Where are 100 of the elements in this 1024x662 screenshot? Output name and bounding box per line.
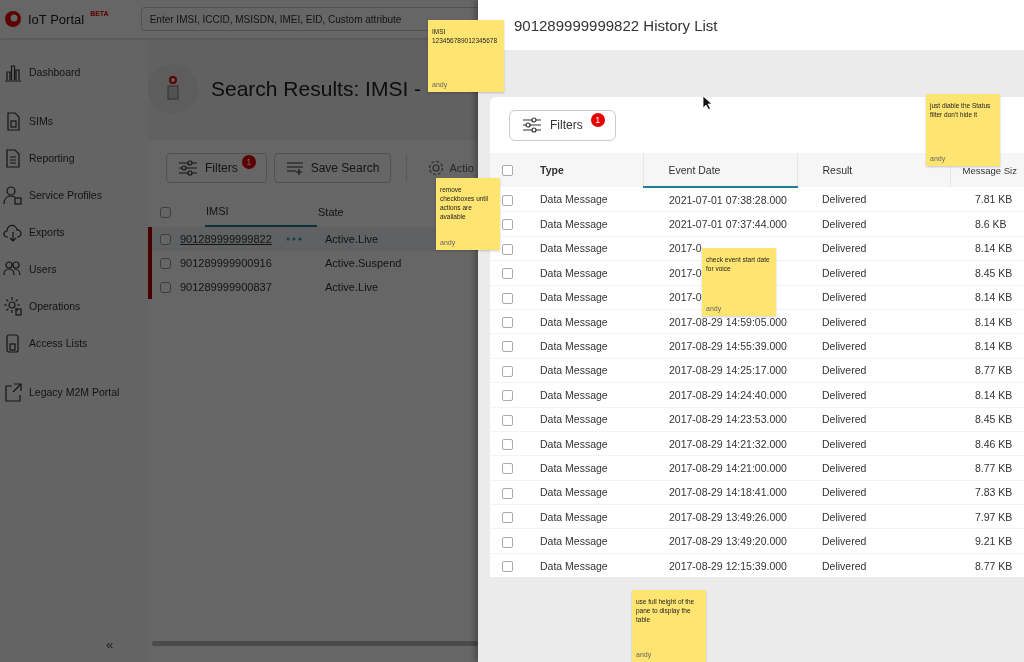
checkbox[interactable] bbox=[502, 536, 513, 548]
table-cell: Active.Suspend bbox=[325, 257, 402, 269]
logo-icon bbox=[4, 10, 22, 28]
sliders-icon bbox=[522, 117, 542, 133]
table-cell: 8.77 KB bbox=[950, 358, 1024, 383]
table-cell: Data Message bbox=[540, 187, 643, 212]
imsi-link[interactable]: 901289999900916 bbox=[180, 257, 272, 269]
checkbox[interactable] bbox=[502, 292, 513, 304]
count-badge: 1 bbox=[590, 112, 605, 127]
table-cell: 7.81 KB bbox=[950, 187, 1024, 212]
imsi-link[interactable]: 901289999900837 bbox=[180, 281, 272, 293]
table-cell: Delivered bbox=[797, 382, 950, 407]
table-cell: 7.83 KB bbox=[950, 480, 1024, 505]
table-cell: Delivered bbox=[797, 260, 950, 286]
checkbox[interactable] bbox=[502, 512, 513, 524]
table-cell: Data Message bbox=[540, 553, 643, 577]
sidebar-item[interactable]: SIMs bbox=[0, 102, 148, 139]
sidebar-item[interactable]: Operations bbox=[0, 287, 148, 324]
checkbox[interactable] bbox=[502, 341, 513, 353]
table-cell: Delivered bbox=[797, 236, 950, 261]
table-cell: Delivered bbox=[797, 407, 950, 432]
table-cell: 8.14 KB bbox=[950, 382, 1024, 407]
sidebar-item[interactable]: Dashboard bbox=[0, 53, 148, 90]
table-row[interactable]: 901289999900916 Active.Suspend bbox=[148, 251, 436, 275]
table-cell: Delivered bbox=[797, 187, 950, 212]
table-cell: 8.6 KB bbox=[950, 211, 1024, 237]
sidebar-item[interactable]: Users bbox=[0, 250, 148, 287]
column-header[interactable]: IMSI bbox=[206, 205, 229, 217]
checkbox[interactable] bbox=[502, 165, 513, 177]
table-cell: Active.Live bbox=[325, 281, 379, 293]
column-header[interactable]: Type bbox=[540, 164, 564, 176]
checkbox[interactable] bbox=[502, 365, 513, 377]
table-cell: 2017-08-29 14:25:17.000 bbox=[643, 358, 797, 383]
checkbox[interactable] bbox=[502, 243, 513, 255]
checkbox[interactable] bbox=[502, 414, 513, 426]
table-cell: 2017-08-29 14:18:41.000 bbox=[643, 480, 797, 505]
list-add-icon bbox=[285, 161, 304, 175]
table-row[interactable]: 901289999900837 Active.Live bbox=[148, 275, 436, 299]
table-cell: 8.77 KB bbox=[950, 553, 1024, 577]
checkbox[interactable] bbox=[502, 463, 513, 475]
table-cell: Data Message bbox=[540, 358, 643, 383]
sidebar-item[interactable]: Access Lists bbox=[0, 324, 148, 361]
table-cell: 8.45 KB bbox=[950, 407, 1024, 432]
table-cell: Delivered bbox=[797, 480, 950, 505]
table-cell: Data Message bbox=[540, 333, 643, 359]
column-header[interactable]: State bbox=[318, 205, 344, 218]
table-cell: 2017-08-29 12:15:39.000 bbox=[643, 553, 797, 577]
table-cell: Data Message bbox=[540, 260, 643, 286]
checkbox[interactable] bbox=[160, 206, 171, 218]
table-cell: 8.14 KB bbox=[950, 309, 1024, 334]
document-icon bbox=[3, 147, 23, 168]
column-header[interactable]: Event Date bbox=[668, 163, 721, 176]
checkbox[interactable] bbox=[502, 560, 513, 572]
checkbox[interactable] bbox=[502, 268, 513, 280]
gear-icon bbox=[428, 160, 445, 176]
table-cell: Delivered bbox=[797, 528, 950, 554]
sim-card-icon bbox=[166, 76, 180, 102]
table-cell: 8.77 KB bbox=[950, 455, 1024, 481]
table-cell: 9.21 KB bbox=[950, 528, 1024, 554]
table-cell: 2017-08-29 14:21:00.000 bbox=[643, 455, 797, 481]
save-search-button[interactable]: Save Search bbox=[273, 153, 392, 183]
scrollbar[interactable] bbox=[152, 641, 478, 646]
table-cell: Data Message bbox=[540, 431, 643, 456]
user-icon bbox=[3, 184, 23, 205]
filters-button[interactable]: Filters 1 bbox=[509, 109, 616, 141]
checkbox[interactable] bbox=[502, 317, 513, 328]
table-cell: Data Message bbox=[540, 528, 643, 554]
checkbox[interactable] bbox=[502, 390, 513, 402]
filters-button[interactable]: Filters 1 bbox=[166, 153, 267, 183]
column-header[interactable]: Result bbox=[822, 164, 853, 176]
table-cell: Delivered bbox=[797, 309, 950, 334]
table-row[interactable]: 901289999999822 Active.Live bbox=[148, 227, 436, 251]
table-cell: 8.14 KB bbox=[950, 236, 1024, 261]
table-cell: 8.14 KB bbox=[950, 285, 1024, 310]
checkbox[interactable] bbox=[160, 258, 171, 270]
checkbox[interactable] bbox=[160, 234, 171, 246]
sidebar-item[interactable]: Reporting bbox=[0, 139, 148, 176]
count-badge: 1 bbox=[241, 155, 256, 169]
gear-icon bbox=[3, 295, 23, 316]
more-icon bbox=[285, 237, 302, 241]
table-cell: Data Message bbox=[540, 211, 643, 237]
sidebar-item[interactable]: Service Profiles bbox=[0, 176, 148, 213]
table-cell: Delivered bbox=[797, 211, 950, 237]
sidebar-item[interactable]: Legacy M2M Portal bbox=[0, 373, 148, 410]
collapse-button[interactable]: « bbox=[106, 637, 114, 652]
table-cell: 2017-08-29 13:49:20.000 bbox=[643, 528, 797, 554]
imsi-link[interactable]: 901289999999822 bbox=[180, 233, 272, 245]
checkbox[interactable] bbox=[502, 194, 513, 206]
table-cell: Delivered bbox=[797, 553, 950, 577]
checkbox[interactable] bbox=[502, 438, 513, 450]
table-cell: Data Message bbox=[540, 382, 643, 407]
checkbox[interactable] bbox=[502, 487, 513, 499]
sidebar-item[interactable]: Exports bbox=[0, 213, 148, 250]
checkbox[interactable] bbox=[160, 282, 171, 294]
table-cell: 8.45 KB bbox=[950, 260, 1024, 286]
checkbox[interactable] bbox=[502, 219, 513, 231]
table-cell: Data Message bbox=[540, 236, 643, 261]
external-link-icon bbox=[3, 381, 23, 402]
actions-button[interactable]: Actio bbox=[422, 160, 474, 176]
table-cell: Active.Live bbox=[325, 233, 379, 245]
